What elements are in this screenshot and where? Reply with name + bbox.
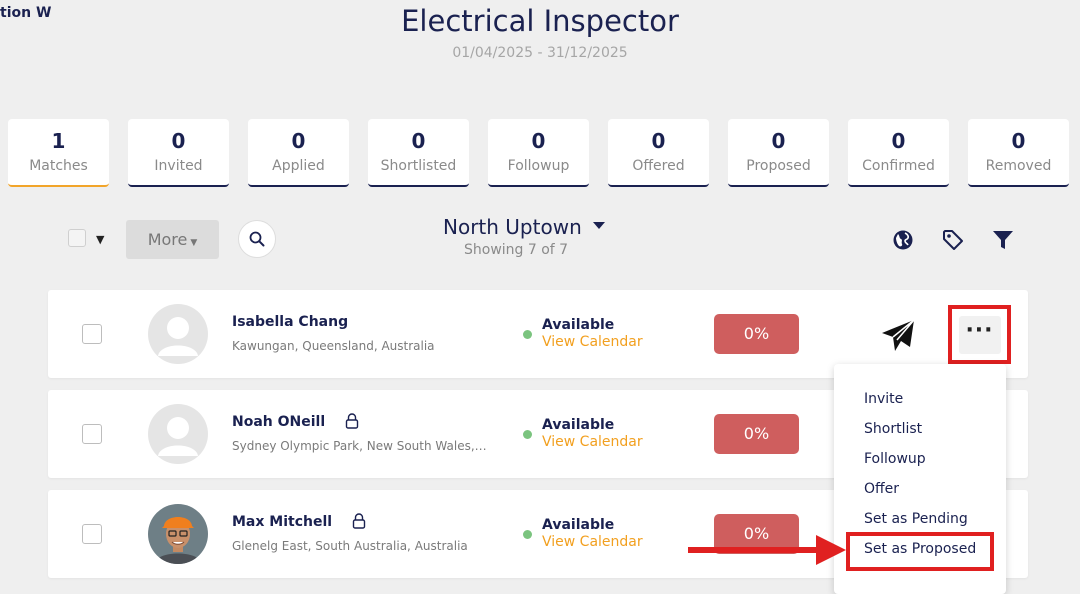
menu-item-invite[interactable]: Invite	[864, 391, 903, 407]
search-button[interactable]	[238, 220, 276, 258]
tab-applied[interactable]: 0 Applied	[248, 119, 349, 187]
more-button-label: More	[147, 230, 188, 249]
avatar	[148, 304, 208, 364]
more-actions-highlight[interactable]: ···	[948, 305, 1011, 364]
candidate-address: Kawungan, Queensland, Australia	[232, 339, 435, 353]
view-calendar-link[interactable]: View Calendar	[542, 434, 643, 450]
tab-label: Offered	[632, 158, 685, 174]
select-dropdown-icon[interactable]: ▼	[96, 233, 104, 246]
tab-count: 0	[411, 129, 426, 153]
tab-label: Confirmed	[862, 158, 935, 174]
result-count: Showing 7 of 7	[464, 242, 569, 258]
row-checkbox[interactable]	[82, 424, 102, 444]
tab-label: Shortlisted	[380, 158, 457, 174]
menu-item-set-pending[interactable]: Set as Pending	[864, 511, 968, 527]
candidate-address: Glenelg East, South Australia, Australia	[232, 539, 468, 553]
candidate-name[interactable]: Noah ONeill	[232, 414, 325, 430]
tab-offered[interactable]: 0 Offered	[608, 119, 709, 187]
tab-shortlisted[interactable]: 0 Shortlisted	[368, 119, 469, 187]
date-range: 01/04/2025 - 31/12/2025	[452, 45, 628, 61]
menu-item-offer[interactable]: Offer	[864, 481, 899, 497]
menu-item-set-proposed[interactable]: Set as Proposed	[864, 541, 976, 557]
tab-count: 0	[171, 129, 186, 153]
avatar	[148, 504, 208, 564]
tab-count: 0	[1011, 129, 1026, 153]
tab-count: 0	[291, 129, 306, 153]
search-icon	[249, 231, 265, 247]
send-icon[interactable]	[880, 318, 916, 354]
select-all-checkbox[interactable]	[68, 229, 86, 247]
tab-count: 0	[531, 129, 546, 153]
tab-count: 0	[771, 129, 786, 153]
status-dot	[523, 430, 532, 439]
tab-label: Removed	[985, 158, 1052, 174]
caret-down-icon: ▼	[190, 238, 198, 248]
availability-status: Available	[542, 517, 615, 533]
menu-item-followup[interactable]: Followup	[864, 451, 926, 467]
tab-label: Applied	[272, 158, 325, 174]
tab-proposed[interactable]: 0 Proposed	[728, 119, 829, 187]
availability-status: Available	[542, 317, 615, 333]
tab-followup[interactable]: 0 Followup	[488, 119, 589, 187]
status-dot	[523, 530, 532, 539]
actions-menu: Invite Shortlist Followup Offer Set as P…	[834, 364, 1006, 594]
tab-count: 1	[51, 129, 66, 153]
tab-count: 0	[891, 129, 906, 153]
candidate-name[interactable]: Isabella Chang	[232, 314, 348, 330]
availability-status: Available	[542, 417, 615, 433]
lock-icon	[345, 413, 359, 429]
tab-label: Proposed	[746, 158, 811, 174]
user-placeholder-icon	[148, 404, 208, 464]
view-calendar-link[interactable]: View Calendar	[542, 334, 643, 350]
view-calendar-link[interactable]: View Calendar	[542, 534, 643, 550]
page-title: Electrical Inspector	[401, 4, 679, 38]
worker-photo	[148, 504, 208, 564]
tab-label: Matches	[29, 158, 88, 174]
more-icon[interactable]: ···	[958, 315, 1001, 354]
tab-matches[interactable]: 1 Matches	[8, 119, 109, 187]
match-score-badge: 0%	[714, 314, 799, 354]
tag-icon[interactable]	[941, 228, 965, 252]
pointer-arrow-icon	[688, 535, 846, 565]
lock-icon	[352, 513, 366, 529]
row-checkbox[interactable]	[82, 524, 102, 544]
tab-removed[interactable]: 0 Removed	[968, 119, 1069, 187]
candidate-address: Sydney Olympic Park, New South Wales, Au…	[232, 439, 490, 453]
tab-invited[interactable]: 0 Invited	[128, 119, 229, 187]
user-placeholder-icon	[148, 304, 208, 364]
match-score-badge: 0%	[714, 414, 799, 454]
location-selector[interactable]: North Uptown	[443, 215, 582, 239]
tab-label: Invited	[154, 158, 203, 174]
tab-label: Followup	[507, 158, 570, 174]
location-caret-icon[interactable]	[593, 222, 605, 229]
globe-icon[interactable]	[891, 228, 915, 252]
tab-confirmed[interactable]: 0 Confirmed	[848, 119, 949, 187]
more-button[interactable]: More ▼	[126, 220, 219, 259]
candidate-name[interactable]: Max Mitchell	[232, 514, 332, 530]
status-dot	[523, 330, 532, 339]
row-checkbox[interactable]	[82, 324, 102, 344]
tab-count: 0	[651, 129, 666, 153]
avatar	[148, 404, 208, 464]
menu-item-shortlist[interactable]: Shortlist	[864, 421, 922, 437]
filter-icon[interactable]	[991, 228, 1015, 252]
